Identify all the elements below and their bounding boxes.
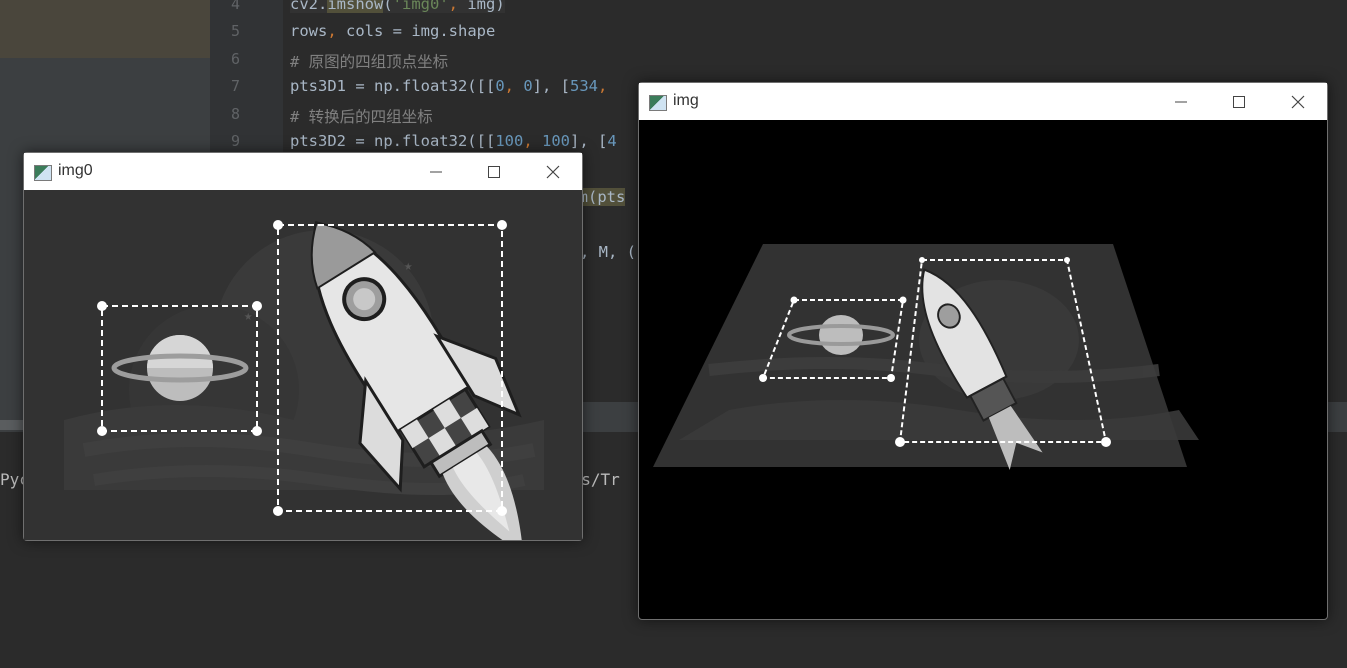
code-token: 534 <box>570 77 598 95</box>
maximize-button[interactable] <box>477 157 511 187</box>
line-number: 5 <box>230 22 240 40</box>
code-token: cv2. <box>290 0 328 13</box>
minimize-button[interactable] <box>1164 87 1198 117</box>
code-token: ], [ <box>569 132 608 150</box>
code-token: # 转换后的四组坐标 <box>290 108 433 126</box>
code-token: cols = img.shape <box>346 22 496 40</box>
code-token: 100 <box>495 132 524 150</box>
planet-graphic <box>819 315 863 355</box>
code-line[interactable]: cv2.imshow('img0', img) <box>290 0 505 13</box>
code-token: img) <box>467 0 505 13</box>
code-token: , <box>448 0 468 13</box>
warped-image-canvas <box>639 120 1327 619</box>
maximize-icon <box>488 166 500 178</box>
image-canvas <box>24 190 582 540</box>
code-token: 4 <box>607 132 617 150</box>
maximize-button[interactable] <box>1222 87 1256 117</box>
close-button[interactable] <box>1281 87 1315 117</box>
code-fragment: , M, ( <box>580 243 636 261</box>
line-number: 8 <box>230 105 240 123</box>
img0-window[interactable]: img0 <box>23 152 583 541</box>
close-icon <box>546 165 560 179</box>
code-token: , <box>523 132 542 150</box>
code-token: 'img0' <box>392 0 449 13</box>
code-line[interactable]: pts3D1 = np.float32([[0, 0], [534, <box>290 77 617 95</box>
code-token: # 原图的四组顶点坐标 <box>290 53 449 71</box>
close-button[interactable] <box>536 157 570 187</box>
code-token: 100 <box>541 132 570 150</box>
window-titlebar[interactable]: img0 <box>24 153 582 190</box>
window-title: img0 <box>58 162 93 179</box>
app-icon <box>649 95 667 111</box>
line-number: 4 <box>230 0 240 13</box>
code-token: , <box>598 77 617 95</box>
minimize-icon <box>1175 101 1187 103</box>
code-token: 0 <box>523 77 533 95</box>
project-panel-header <box>0 0 210 58</box>
line-number: 9 <box>230 132 240 150</box>
code-line[interactable]: # 转换后的四组坐标 <box>290 105 433 127</box>
code-line[interactable]: # 原图的四组顶点坐标 <box>290 50 448 72</box>
code-token: ( <box>383 0 393 13</box>
code-token: , <box>327 22 346 40</box>
code-token: pts3D2 = np.float32([[ <box>290 132 496 150</box>
code-token: imshow <box>327 0 384 13</box>
app-icon <box>34 165 52 181</box>
minimize-icon <box>430 171 442 173</box>
code-token: ], [ <box>532 77 570 95</box>
code-line[interactable]: pts3D2 = np.float32([[100, 100], [4 <box>290 132 617 150</box>
line-number: 7 <box>230 77 240 95</box>
window-titlebar[interactable]: img <box>639 83 1327 120</box>
code-token: , <box>504 77 524 95</box>
code-token: 0 <box>495 77 505 95</box>
code-token: pts3D1 = np.float32([[ <box>290 77 496 95</box>
window-title: img <box>673 92 699 109</box>
code-line[interactable]: rows, cols = img.shape <box>290 22 495 40</box>
maximize-icon <box>1233 96 1245 108</box>
img-window[interactable]: img <box>638 82 1328 620</box>
line-number: 6 <box>230 50 240 68</box>
code-token: rows <box>290 22 328 40</box>
minimize-button[interactable] <box>419 157 453 187</box>
close-icon <box>1291 95 1305 109</box>
